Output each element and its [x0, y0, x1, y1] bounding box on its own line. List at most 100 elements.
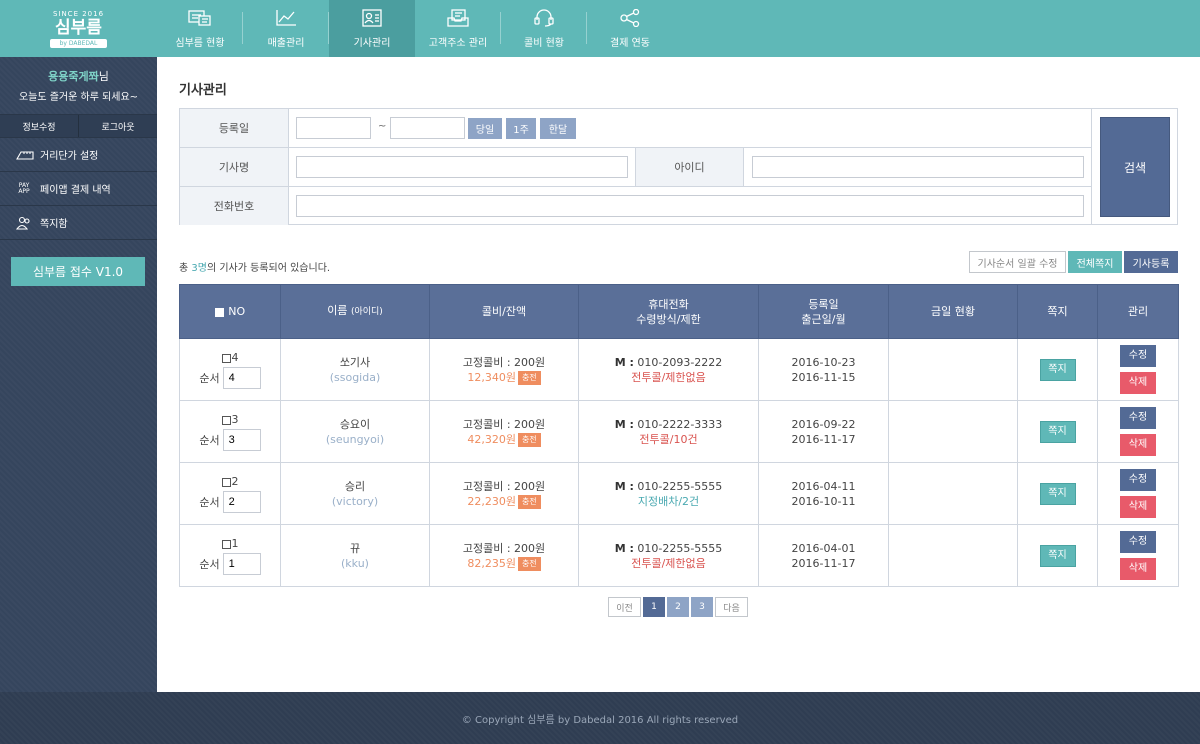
edit-button[interactable]: 수정	[1120, 345, 1156, 367]
nav-errand-status[interactable]: 심부름 현황	[157, 0, 243, 57]
cell-no: 2 순서	[179, 462, 281, 525]
search-divider	[1091, 109, 1092, 224]
summary-suffix: 의 기사가 등록되어 있습니다.	[206, 263, 331, 274]
month-button[interactable]: 한달	[540, 118, 576, 139]
row-checkbox[interactable]	[221, 539, 231, 549]
call-fee: 고정콜비 : 200원	[462, 417, 546, 431]
order-input[interactable]	[222, 429, 261, 451]
date-to-input[interactable]	[390, 117, 465, 139]
nav-callfee[interactable]: 콜비 현황	[501, 0, 587, 57]
mobile-label: M :	[614, 541, 634, 555]
sidebar-item-label: 쪽지함	[40, 219, 68, 230]
edit-button[interactable]: 수정	[1120, 531, 1156, 553]
send-message-button[interactable]: 쪽지	[1039, 544, 1076, 567]
sidebar-item-payapp[interactable]: PAY APP 페이앱 결제 내역	[0, 172, 157, 206]
reg-date: 2016-04-01	[791, 541, 856, 555]
nav-driver-manage[interactable]: 기사관리	[329, 0, 415, 57]
driver-id: (seungyoi)	[325, 432, 385, 446]
reg-date: 2016-04-11	[791, 479, 856, 493]
header-reg-label: 등록일	[808, 297, 839, 311]
order-input[interactable]	[222, 553, 261, 575]
next-page-button[interactable]: 다음	[715, 597, 748, 617]
message-people-icon	[16, 216, 34, 230]
cell-fee: 고정콜비 : 200원 42,320원 충전	[429, 400, 579, 463]
sidebar-item-distance-price[interactable]: 거리단가 설정	[0, 138, 157, 172]
cell-no: 3 순서	[179, 400, 281, 463]
prev-page-button[interactable]: 이전	[608, 597, 641, 617]
cell-today	[888, 400, 1018, 463]
send-message-button[interactable]: 쪽지	[1039, 482, 1076, 505]
work-date: 2016-11-17	[791, 432, 856, 446]
page-1-button[interactable]: 1	[643, 597, 665, 617]
nav-payment[interactable]: 결제 연동	[587, 0, 673, 57]
cell-msg: 쪽지	[1017, 524, 1098, 587]
user-suffix: 님	[98, 70, 109, 83]
row-no: 4	[231, 351, 239, 364]
logout-link[interactable]: 로그아웃	[79, 115, 157, 137]
send-message-button[interactable]: 쪽지	[1039, 420, 1076, 443]
errand-intake-button[interactable]: 심부름 접수 V1.0	[11, 257, 145, 286]
row-checkbox[interactable]	[221, 477, 231, 487]
charge-button[interactable]: 충전	[517, 494, 541, 509]
charge-button[interactable]: 충전	[517, 556, 541, 571]
cell-name: 승리 (victory)	[280, 462, 430, 525]
phone-input[interactable]	[296, 195, 1084, 217]
top-bar: SINCE 2016 심부름 by DABEDAL 심부름 현황 매출관리 기사…	[0, 0, 1200, 57]
payapp-icon-text: PAY APP	[18, 181, 30, 195]
nav-sales[interactable]: 매출관리	[243, 0, 329, 57]
order-label: 순서	[199, 557, 220, 571]
bulk-order-edit-button[interactable]: 기사순서 일괄 수정	[969, 251, 1066, 273]
row-checkbox[interactable]	[221, 353, 231, 363]
ruler-icon	[16, 149, 34, 161]
delete-button[interactable]: 삭제	[1120, 434, 1156, 456]
receive-method: 전투콜/제한없음	[631, 556, 706, 570]
charge-button[interactable]: 충전	[517, 432, 541, 447]
logo[interactable]: SINCE 2016 심부름 by DABEDAL	[0, 0, 157, 57]
select-all-checkbox[interactable]	[214, 307, 224, 317]
edit-button[interactable]: 수정	[1120, 407, 1156, 429]
register-driver-button[interactable]: 기사등록	[1124, 251, 1178, 273]
nav-address[interactable]: 고객주소 관리	[415, 0, 501, 57]
share-icon	[620, 9, 640, 27]
headset-icon	[534, 9, 554, 27]
order-label: 순서	[199, 433, 220, 447]
send-message-button[interactable]: 쪽지	[1039, 358, 1076, 381]
greeting: 오늘도 즐거운 하루 되세요~	[18, 92, 139, 103]
header-name-sub: (아이디)	[350, 307, 383, 317]
sidebar-item-messages[interactable]: 쪽지함	[0, 206, 157, 240]
cell-fee: 고정콜비 : 200원 82,235원 충전	[429, 524, 579, 587]
cell-no: 4 순서	[179, 338, 281, 401]
page-title: 기사관리	[179, 83, 227, 98]
page-3-button[interactable]: 3	[691, 597, 713, 617]
edit-info-link[interactable]: 정보수정	[0, 115, 79, 137]
header-date: 등록일 출근일/월	[758, 284, 889, 339]
delete-button[interactable]: 삭제	[1120, 372, 1156, 394]
search-form: 등록일 ~ 당일 1주 한달 기사명 아이디 전화번호 검색	[179, 108, 1178, 225]
driver-name: 승요이	[339, 417, 371, 431]
table-header-row: NO 이름 (아이디) 콜비/잔액 휴대전화 수령방식/제한 등록일 출근일/월 금…	[179, 284, 1179, 339]
order-input[interactable]	[222, 367, 261, 389]
driver-name: 쏘기사	[339, 355, 371, 369]
row-checkbox[interactable]	[221, 415, 231, 425]
today-button[interactable]: 당일	[468, 118, 502, 139]
nav-label: 결제 연동	[610, 38, 650, 49]
driver-name-input[interactable]	[296, 156, 628, 178]
balance: 42,320원	[467, 432, 516, 446]
date-from-input[interactable]	[296, 117, 371, 139]
page-2-button[interactable]: 2	[667, 597, 689, 617]
payapp-icon: PAY APP	[16, 181, 34, 195]
delete-button[interactable]: 삭제	[1120, 496, 1156, 518]
week-button[interactable]: 1주	[506, 118, 536, 139]
header-method-label: 수령방식/제한	[636, 312, 701, 326]
mobile-label: M :	[614, 417, 634, 431]
order-input[interactable]	[222, 491, 261, 513]
search-button[interactable]: 검색	[1100, 117, 1170, 217]
message-all-button[interactable]: 전체쪽지	[1068, 251, 1122, 273]
delete-button[interactable]: 삭제	[1120, 558, 1156, 580]
charge-button[interactable]: 충전	[517, 370, 541, 385]
edit-button[interactable]: 수정	[1120, 469, 1156, 491]
cell-fee: 고정콜비 : 200원 12,340원 충전	[429, 338, 579, 401]
table-row: 2 순서 승리(victory) 고정콜비 : 200원22,230원충전 M :…	[179, 462, 1179, 525]
cell-msg: 쪽지	[1017, 462, 1098, 525]
id-input[interactable]	[752, 156, 1084, 178]
